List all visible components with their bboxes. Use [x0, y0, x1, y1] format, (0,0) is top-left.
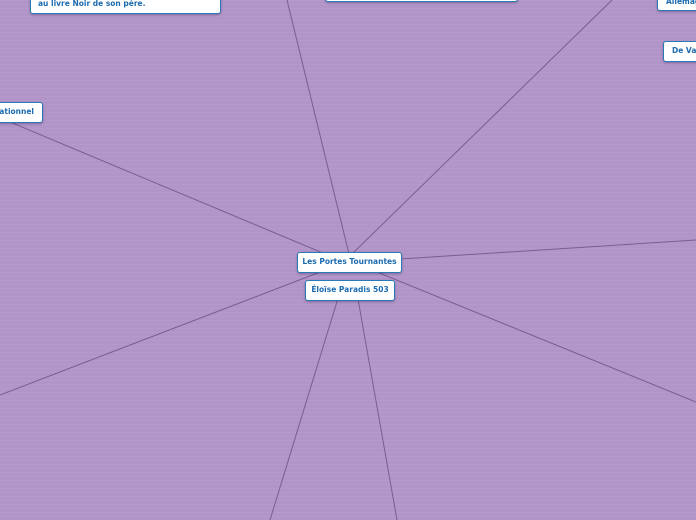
node-right[interactable]: De Val	[663, 41, 696, 62]
node-top-center[interactable]	[325, 0, 518, 2]
mind-map-canvas[interactable]: au livre Noir de son père. Allemag De Va…	[0, 0, 696, 520]
sub-topic-label: Éloïse Paradis 503	[311, 285, 389, 294]
node-top-right[interactable]: Allemag	[657, 0, 696, 11]
node-top-left-note[interactable]: au livre Noir de son père.	[30, 0, 221, 14]
connector-line	[354, 281, 398, 520]
node-label: au livre Noir de son père.	[38, 0, 146, 8]
sub-topic-node[interactable]: Éloïse Paradis 503	[305, 280, 395, 301]
connector-line	[0, 268, 329, 396]
node-left[interactable]: sationnel	[0, 102, 43, 123]
connector-line	[286, 0, 350, 255]
node-label: sationnel	[0, 107, 34, 116]
connector-line	[269, 281, 344, 520]
connector-line	[371, 269, 696, 403]
node-label: De Val	[672, 46, 696, 55]
central-topic-label: Les Portes Tournantes	[302, 257, 397, 266]
connector-line	[399, 239, 696, 260]
connector-line	[9, 121, 331, 257]
central-topic-node[interactable]: Les Portes Tournantes	[297, 252, 402, 273]
connector-line	[351, 0, 613, 255]
node-label: Allemag	[666, 0, 696, 6]
